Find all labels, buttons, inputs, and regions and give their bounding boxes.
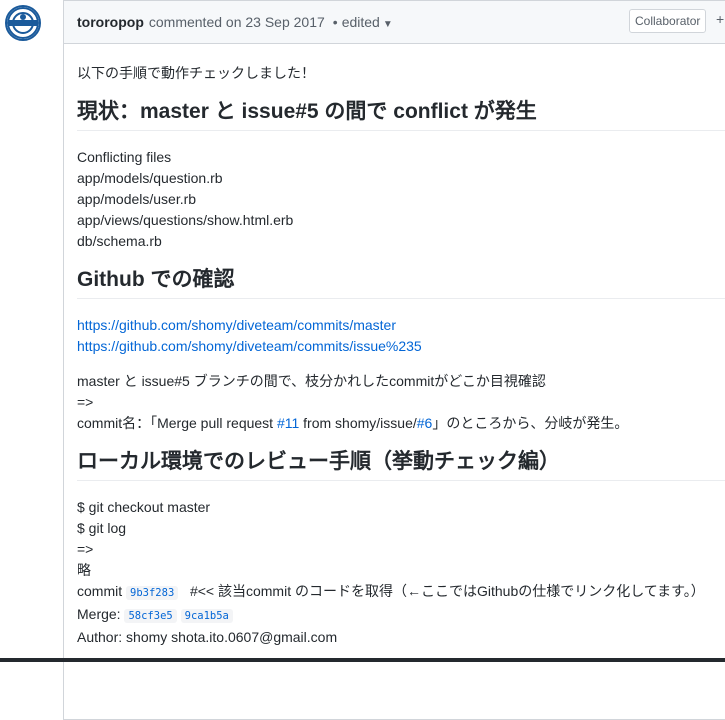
add-reaction-button[interactable]: +	[716, 11, 724, 27]
comment-header: tororopop commented on 23 Sep 2017 • edi…	[64, 1, 725, 44]
conflict-line: Conflicting files	[77, 149, 172, 165]
commit-comment: #<< 該当commit のコードを取得（←ここではGithubの仕様でリンク化…	[189, 583, 705, 599]
header-separator: •	[332, 14, 338, 30]
collaborator-badge: Collaborator	[629, 9, 707, 33]
git-step-line: =>	[77, 541, 94, 557]
conflict-line: app/views/questions/show.html.erb	[77, 212, 294, 228]
comment-date-link[interactable]: commented on 23 Sep 2017	[149, 14, 325, 30]
chevron-down-icon: ▼	[382, 19, 393, 30]
commit-name-prefix: commit名：「Merge pull request	[77, 415, 277, 431]
merge-sha-link[interactable]: 9ca1b5a	[180, 609, 233, 623]
commit-label: commit	[77, 583, 123, 599]
issue-link[interactable]: #6	[417, 415, 433, 431]
section-heading-github: Github での確認	[77, 266, 725, 299]
merge-sha-link[interactable]: 58cf3e5	[124, 609, 177, 623]
edited-label: edited	[341, 14, 380, 30]
comment-box: tororopop commented on 23 Sep 2017 • edi…	[63, 0, 725, 720]
edited-dropdown[interactable]: edited ▼	[342, 14, 393, 30]
commit-name-middle: from shomy/issue/	[299, 415, 417, 431]
conflicting-files-block: Conflicting files app/models/question.rb…	[77, 147, 725, 252]
git-step-line: $ git checkout master	[77, 499, 211, 515]
git-step-line: 略	[77, 562, 91, 578]
git-step-line: $ git log	[77, 520, 127, 536]
avatar[interactable]	[5, 5, 41, 41]
conflict-line: app/models/user.rb	[77, 191, 197, 207]
comment-body: 以下の手順で動作チェックしました！ 現状：master と issue#5 の間…	[64, 44, 725, 648]
branch-check-block: master と issue#5 ブランチの間で、枝分かれしたcommitがどこ…	[77, 371, 725, 434]
commit-name-suffix: 」のところから、分岐が発生。	[432, 415, 629, 431]
avatar-icon	[7, 7, 39, 39]
git-steps-block: $ git checkout master $ git log => 略 com…	[77, 497, 725, 648]
master-commits-link[interactable]: https://github.com/shomy/diveteam/commit…	[77, 317, 396, 333]
author-line: Author: shomy shota.ito.0607@gmail.com	[77, 629, 338, 645]
bottom-bar	[0, 658, 725, 662]
branch-check-text: master と issue#5 ブランチの間で、枝分かれしたcommitがどこ…	[77, 373, 546, 389]
merge-label: Merge:	[77, 606, 121, 622]
conflict-line: db/schema.rb	[77, 233, 162, 249]
section-heading-status: 現状：master と issue#5 の間で conflict が発生	[77, 98, 725, 131]
comment-author-link[interactable]: tororopop	[77, 14, 144, 30]
commit-links-block: https://github.com/shomy/diveteam/commit…	[77, 315, 725, 357]
arrow-text: =>	[77, 394, 94, 410]
conflict-line: app/models/question.rb	[77, 170, 223, 186]
commit-sha-link[interactable]: 9b3f283	[126, 586, 179, 600]
pull-request-link[interactable]: #11	[277, 415, 299, 431]
intro-text: 以下の手順で動作チェックしました！	[77, 65, 315, 81]
issue-commits-link[interactable]: https://github.com/shomy/diveteam/commit…	[77, 338, 422, 354]
section-heading-review: ローカル環境でのレビュー手順（挙動チェック編）	[77, 448, 725, 481]
